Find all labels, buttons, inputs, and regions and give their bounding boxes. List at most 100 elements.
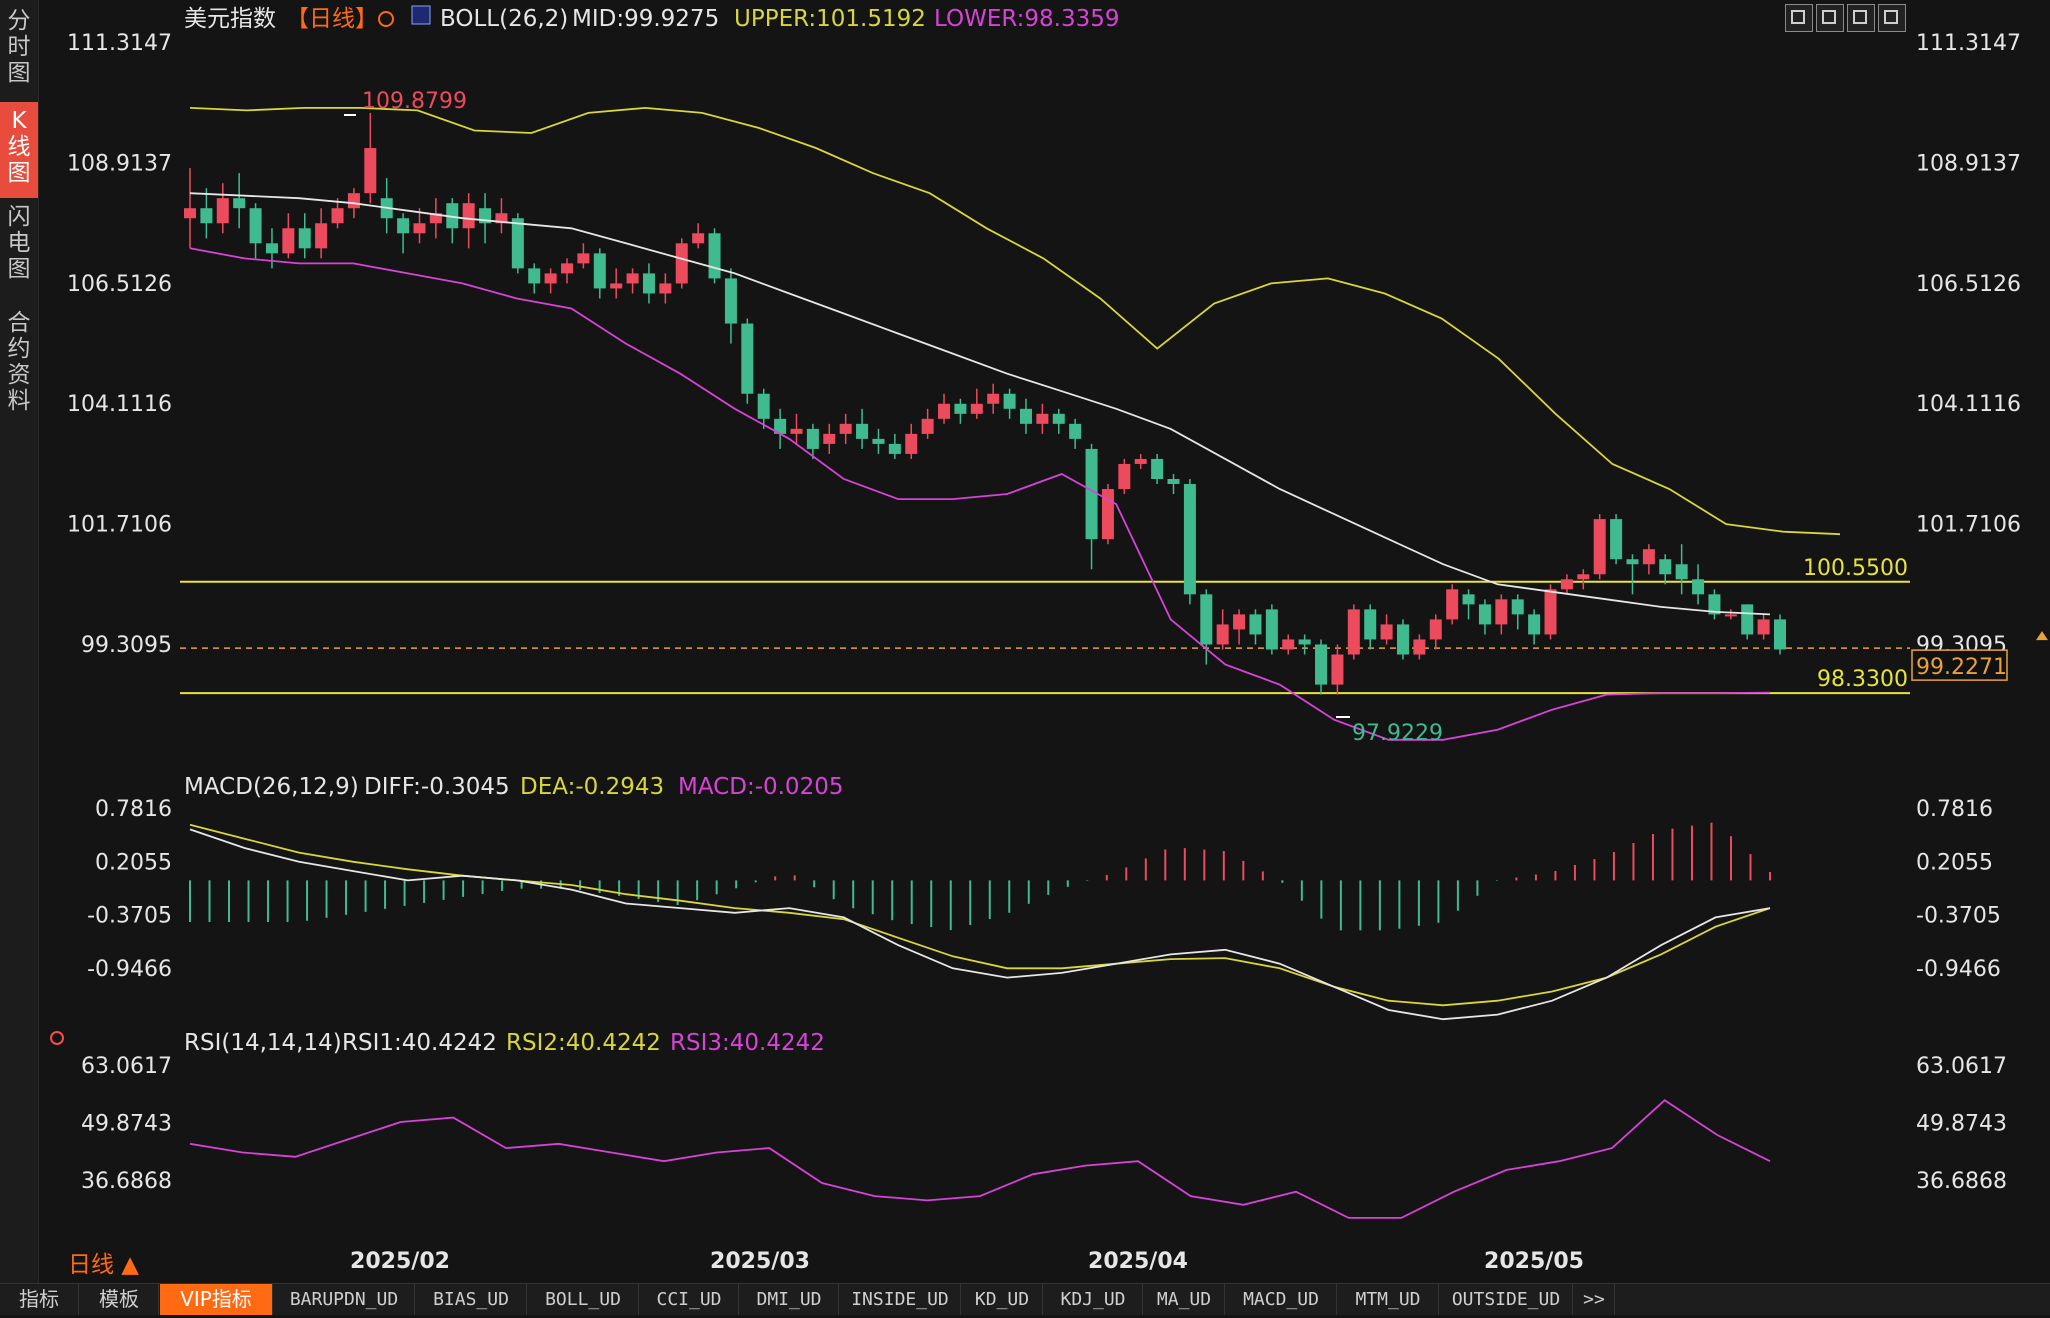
indicator-tab[interactable]: INSIDE_UD	[840, 1284, 961, 1315]
candle-body	[970, 403, 983, 414]
sidebar-item-contract-info[interactable]: 合约资料	[0, 304, 38, 430]
indicator-tab[interactable]: MTM_UD	[1338, 1284, 1439, 1315]
candle-body	[462, 203, 475, 229]
candle-body	[511, 218, 524, 269]
rsi1-value: RSI1:40.4242	[342, 1030, 497, 1056]
indicator-tab[interactable]: MA_UD	[1144, 1284, 1225, 1315]
candle-body	[1577, 574, 1590, 580]
indicator-tab[interactable]: BARUPDN_UD	[274, 1284, 415, 1315]
layout-icon[interactable]	[1816, 4, 1844, 32]
candle-body	[659, 283, 672, 294]
indicator-tab[interactable]: CCI_UD	[640, 1284, 739, 1315]
candle-body	[806, 428, 819, 449]
price-tick-label: 111.3147	[67, 31, 172, 56]
left-sidebar: 分时图 K线图 闪电图 合约资料	[0, 0, 39, 1314]
macd-tick-label: 0.7816	[95, 797, 172, 822]
candle-body	[1315, 644, 1328, 685]
price-tick-label: 99.3095	[81, 633, 172, 658]
candle-body	[1544, 589, 1557, 635]
candle-body	[216, 198, 229, 224]
candle-body	[823, 433, 836, 444]
candle-body	[1757, 619, 1770, 635]
candle-body	[364, 148, 377, 194]
indicator-tab[interactable]: VIP指标	[160, 1284, 273, 1315]
level-label: 100.5500	[1803, 556, 1908, 581]
candle-body	[1528, 614, 1541, 635]
price-tick-label-right: 111.3147	[1916, 31, 2021, 56]
candle-body	[265, 243, 278, 254]
candle-body	[315, 223, 328, 249]
candle-body	[1151, 458, 1164, 479]
candle-body	[888, 443, 901, 454]
sidebar-item-flash[interactable]: 闪电图	[0, 198, 38, 300]
rsi-tick-label: 49.8743	[81, 1111, 172, 1136]
chart-stage[interactable]: 111.3147 111.3147 108.9137 108.9137 106.5126…	[0, 0, 2050, 1314]
candle-body	[298, 228, 311, 249]
price-marker-icon	[2036, 631, 2048, 641]
boll-lower-value: LOWER:98.3359	[934, 6, 1120, 32]
candle-body	[397, 218, 410, 234]
rsi-line	[189, 1099, 1771, 1219]
macd-tick-label-right: -0.9466	[1916, 957, 2001, 982]
candle-body	[839, 423, 852, 434]
candle-body	[282, 228, 295, 254]
price-tick-label: 106.5126	[67, 272, 172, 297]
candle-body	[1019, 408, 1032, 424]
sidebar-item-kline[interactable]: K线图	[0, 102, 38, 198]
candle-body	[856, 423, 869, 439]
price-tick-label: 108.9137	[67, 151, 172, 176]
indicator-tab[interactable]: KD_UD	[962, 1284, 1043, 1315]
macd-dea-value: DEA:-0.2943	[520, 774, 664, 800]
layout-next-icon[interactable]	[1847, 4, 1875, 32]
indicator-tab[interactable]: MACD_UD	[1226, 1284, 1337, 1315]
candle-body	[1052, 413, 1065, 424]
candle-body	[577, 253, 590, 264]
indicator-tab[interactable]: BIAS_UD	[416, 1284, 527, 1315]
date-axis-label: 2025/03	[710, 1249, 810, 1274]
candle-body	[642, 273, 655, 294]
indicator-tab[interactable]: 指标	[0, 1284, 79, 1315]
candle-body	[1380, 624, 1393, 640]
candle-body	[1446, 589, 1459, 620]
indicator-tab[interactable]: 模板	[80, 1284, 159, 1315]
candle-body	[1003, 393, 1016, 409]
candle-body	[905, 433, 918, 454]
indicator-tab[interactable]: DMI_UD	[740, 1284, 839, 1315]
candle-body	[544, 273, 557, 284]
candle-body	[610, 283, 623, 289]
candle-body	[1134, 458, 1147, 464]
macd-diff-line	[189, 828, 1771, 1021]
indicator-tab[interactable]: >>	[1574, 1284, 1615, 1315]
current-price-label: 99.2271	[1916, 655, 2007, 680]
candle-body	[1741, 604, 1754, 635]
macd-tick-label: -0.9466	[87, 957, 172, 982]
candle-body	[1200, 594, 1213, 645]
candle-body	[1626, 559, 1639, 565]
candle-body	[1413, 639, 1426, 655]
candle-body	[1511, 599, 1524, 615]
candle-body	[233, 198, 246, 209]
boll-title: BOLL(26,2)	[440, 6, 568, 32]
boll-upper-line	[189, 106, 1841, 536]
macd-diff-value: DIFF:-0.3045	[364, 774, 510, 800]
candle-body	[626, 273, 639, 284]
level-label: 98.3300	[1817, 667, 1908, 692]
tile-icon[interactable]	[1878, 4, 1906, 32]
grid-icon[interactable]	[1785, 4, 1813, 32]
candle-body	[1642, 549, 1655, 565]
candle-body	[692, 233, 705, 244]
sidebar-item-timeshare[interactable]: 分时图	[0, 2, 38, 102]
date-axis-label: 2025/02	[350, 1249, 450, 1274]
boll-lower-line	[189, 247, 1771, 741]
candle-body	[347, 193, 360, 209]
instrument-title: 美元指数	[184, 6, 276, 32]
kline-chart[interactable]: 111.3147 111.3147 108.9137 108.9137 106.5126…	[0, 0, 2050, 1314]
candle-body	[1495, 599, 1508, 625]
boll-upper-value: UPPER:101.5192	[734, 6, 926, 32]
indicator-tab[interactable]: BOLL_UD	[528, 1284, 639, 1315]
candle-body	[675, 243, 688, 284]
indicator-tab[interactable]: KDJ_UD	[1044, 1284, 1143, 1315]
candle-body	[413, 223, 426, 234]
indicator-tab[interactable]: OUTSIDE_UD	[1440, 1284, 1573, 1315]
candle-body	[1675, 564, 1688, 580]
